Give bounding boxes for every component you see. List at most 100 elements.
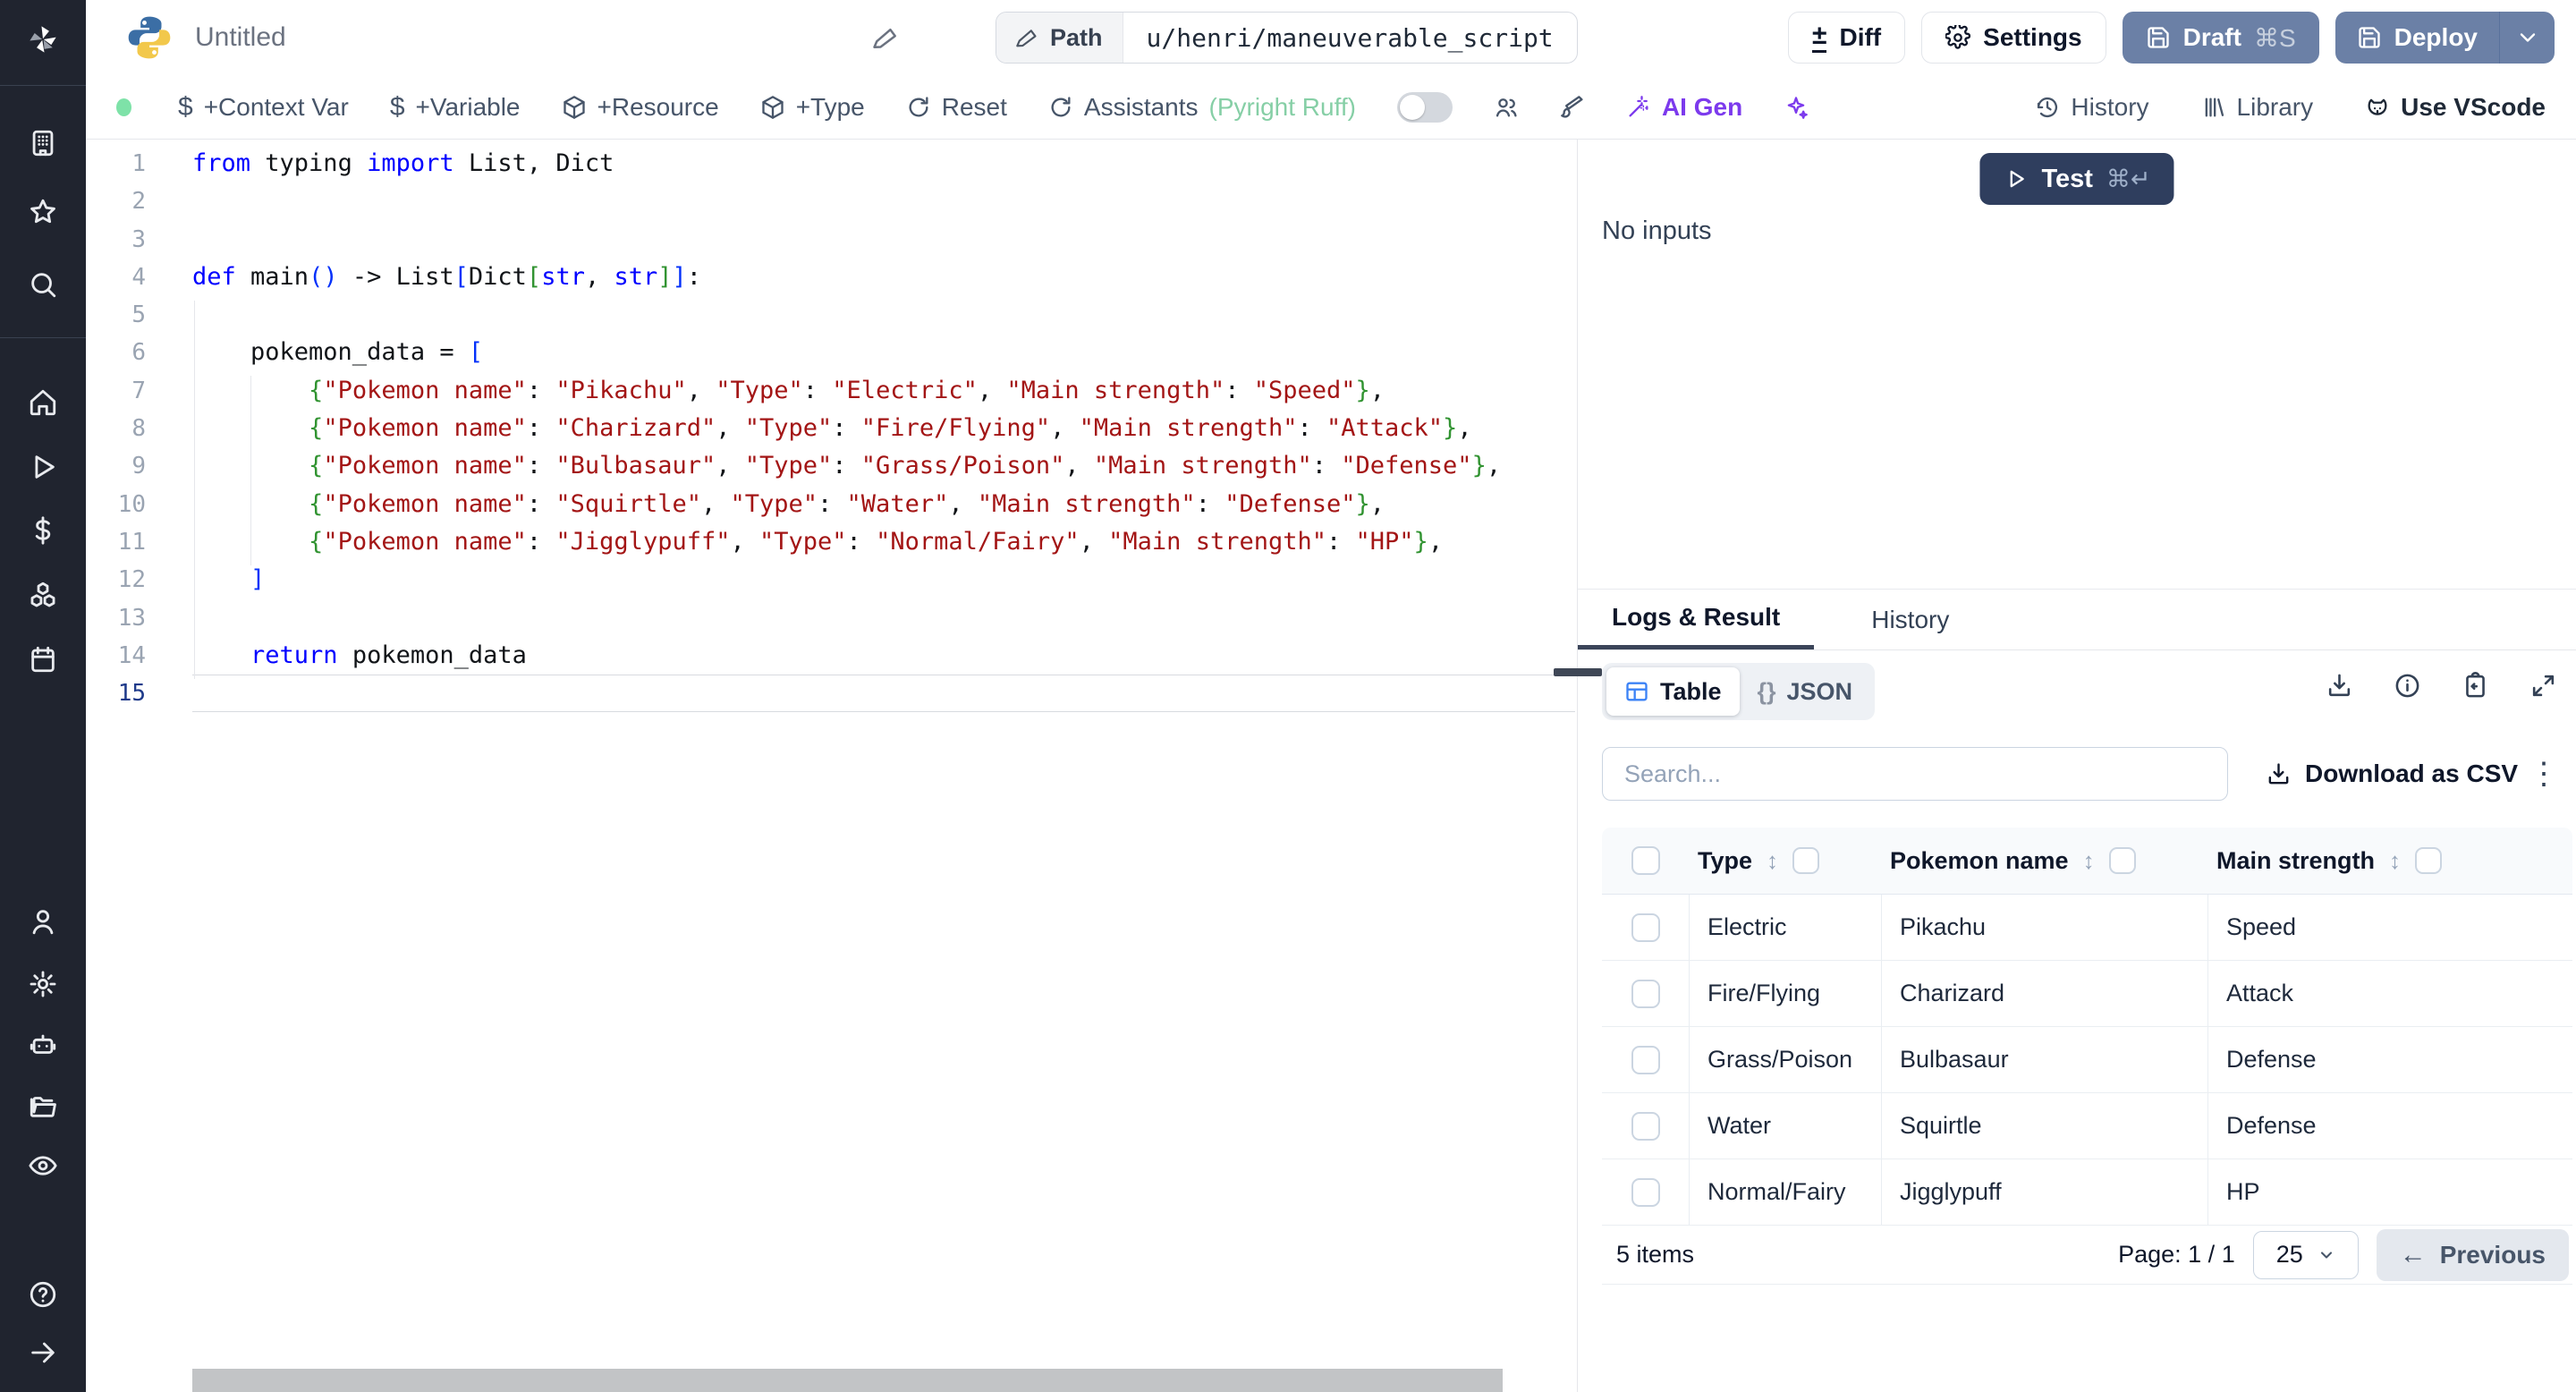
use-vscode-button[interactable]: Use VScode [2365,93,2546,122]
row-checkbox[interactable] [1631,1045,1660,1074]
search-input[interactable] [1602,747,2228,801]
table-menu-kebab-icon[interactable]: ⋮ [2529,759,2559,789]
sort-icon[interactable]: ↕ [2083,847,2095,875]
library-button[interactable]: Library [2201,92,2314,122]
code-line[interactable]: from typing import List, Dict [192,145,1575,182]
add-context-var-button[interactable]: $ +Context Var [178,92,349,123]
code-line[interactable]: {"Pokemon name": "Charizard", "Type": "F… [192,410,1575,447]
column-header-pokemon-name: Pokemon name ↕ [1881,828,2207,894]
row-checkbox[interactable] [1631,1177,1660,1207]
code-line[interactable] [192,599,1575,637]
table-row[interactable]: Normal/Fairy Jigglypuff HP [1602,1159,2572,1226]
row-checkbox[interactable] [1631,1111,1660,1141]
code-line[interactable]: return pokemon_data [192,637,1575,675]
deploy-dropdown-button[interactable] [2499,12,2555,64]
sort-icon[interactable]: ↕ [2389,847,2401,875]
table-row[interactable]: Electric Pikachu Speed [1602,895,2572,961]
column-filter-box[interactable] [2108,847,2136,874]
sort-icon[interactable]: ↕ [1767,847,1778,875]
history-button[interactable]: History [2035,93,2149,122]
home-icon[interactable] [21,381,64,424]
settings-button[interactable]: Settings [1921,12,2106,64]
assistants-button[interactable]: Assistants (Pyright Ruff) [1048,93,1356,122]
code-line[interactable]: {"Pokemon name": "Bulbasaur", "Type": "G… [192,447,1575,485]
diff-button[interactable]: ± Diff [1788,12,1906,64]
multiplayer-users-button[interactable] [1494,95,1519,120]
table-row[interactable]: Grass/Poison Bulbasaur Defense [1602,1027,2572,1093]
reset-button[interactable]: Reset [906,93,1007,122]
add-resource-button[interactable]: +Resource [562,93,719,122]
add-variable-button[interactable]: $ +Variable [390,92,521,123]
expand-icon[interactable] [2529,672,2557,700]
table-body: Electric Pikachu Speed Fire/Flying Charizard… [1602,895,2572,1226]
schedules-calendar-icon[interactable] [21,638,64,681]
script-path-field[interactable]: Path u/henri/maneuverable_script [996,12,1578,64]
code-line[interactable] [192,182,1575,220]
multiplayer-toggle[interactable] [1396,91,1453,123]
row-checkbox[interactable] [1631,979,1660,1008]
search-icon[interactable] [21,263,64,306]
code-line[interactable]: ] [192,561,1575,598]
path-value[interactable]: u/henri/maneuverable_script [1123,13,1577,63]
view-table-button[interactable]: Table [1606,667,1740,716]
sidebar [0,0,86,1392]
horizontal-scrollbar[interactable] [192,1369,1503,1392]
help-icon[interactable] [21,1273,64,1316]
column-filter-box[interactable] [2415,847,2443,874]
ai-gen-button[interactable]: AI Gen [1626,93,1742,122]
code-editor[interactable]: 1 2 3 4 5 6 7 8 9 10 11 12 13 14 15 from typing import… [86,140,1577,1392]
select-all-checkbox[interactable] [1631,846,1660,875]
format-brush-button[interactable] [1560,95,1585,120]
workspace-building-icon[interactable] [21,122,64,165]
windmill-logo[interactable] [21,18,64,61]
line-number: 4 [131,263,146,291]
row-checkbox[interactable] [1631,912,1660,942]
user-icon[interactable] [21,900,64,943]
edit-title-pencil-icon[interactable] [873,24,900,51]
table-search-row: Download as CSV ⋮ [1602,747,2559,801]
previous-page-button[interactable]: ← Previous [2376,1228,2569,1281]
variables-dollar-icon[interactable] [21,509,64,552]
draft-button[interactable]: Draft ⌘S [2122,12,2319,64]
workers-robot-icon[interactable] [21,1023,64,1066]
favorites-star-icon[interactable] [21,191,64,233]
code-line[interactable] [192,675,1575,713]
table-row[interactable]: Water Squirtle Defense [1602,1093,2572,1159]
runs-play-icon[interactable] [21,446,64,488]
path-label-segment: Path [996,13,1123,63]
deploy-button[interactable]: Deploy [2335,12,2499,64]
column-filter-box[interactable] [1792,847,1820,874]
code-line[interactable]: pokemon_data = [ [192,334,1575,371]
code-line[interactable] [192,221,1575,259]
sparkles-icon[interactable] [1784,95,1809,120]
table-row[interactable]: Fire/Flying Charizard Attack [1602,961,2572,1027]
view-json-button[interactable]: {} JSON [1740,667,1871,716]
test-button[interactable]: Test ⌘↵ [1979,153,2174,205]
code-token: "Squirtle" [555,489,701,518]
download-csv-button[interactable]: Download as CSV [2266,760,2518,788]
expand-sidebar-arrow-icon[interactable] [21,1331,64,1374]
download-icon[interactable] [2326,672,2353,700]
folders-icon[interactable] [21,1084,64,1127]
code-line[interactable]: def main() -> List[Dict[str, str]]: [192,259,1575,296]
items-count: 5 items [1616,1241,1695,1268]
code-line[interactable]: {"Pokemon name": "Jigglypuff", "Type": "… [192,523,1575,561]
page-size-select[interactable]: 25 [2252,1230,2359,1279]
library-label: Library [2236,92,2314,121]
tab-history[interactable]: History [1837,590,1983,649]
resources-boxes-icon[interactable] [21,573,64,616]
info-icon[interactable] [2394,672,2421,700]
code-area[interactable]: from typing import List, Dict def main() … [192,145,1575,713]
code-line[interactable]: {"Pokemon name": "Pikachu", "Type": "Ele… [192,372,1575,410]
add-type-button[interactable]: +Type [760,93,865,122]
clipboard-icon[interactable] [2462,672,2489,700]
code-line[interactable]: {"Pokemon name": "Squirtle", "Type": "Wa… [192,486,1575,523]
settings-gear-icon[interactable] [21,963,64,1006]
code-line[interactable] [192,296,1575,334]
panel-splitter-handle[interactable] [1554,668,1602,676]
audit-eye-icon[interactable] [21,1144,64,1187]
chevron-down-icon [2520,33,2535,42]
tab-logs-result[interactable]: Logs & Result [1578,590,1815,649]
code-token: : [526,489,556,518]
